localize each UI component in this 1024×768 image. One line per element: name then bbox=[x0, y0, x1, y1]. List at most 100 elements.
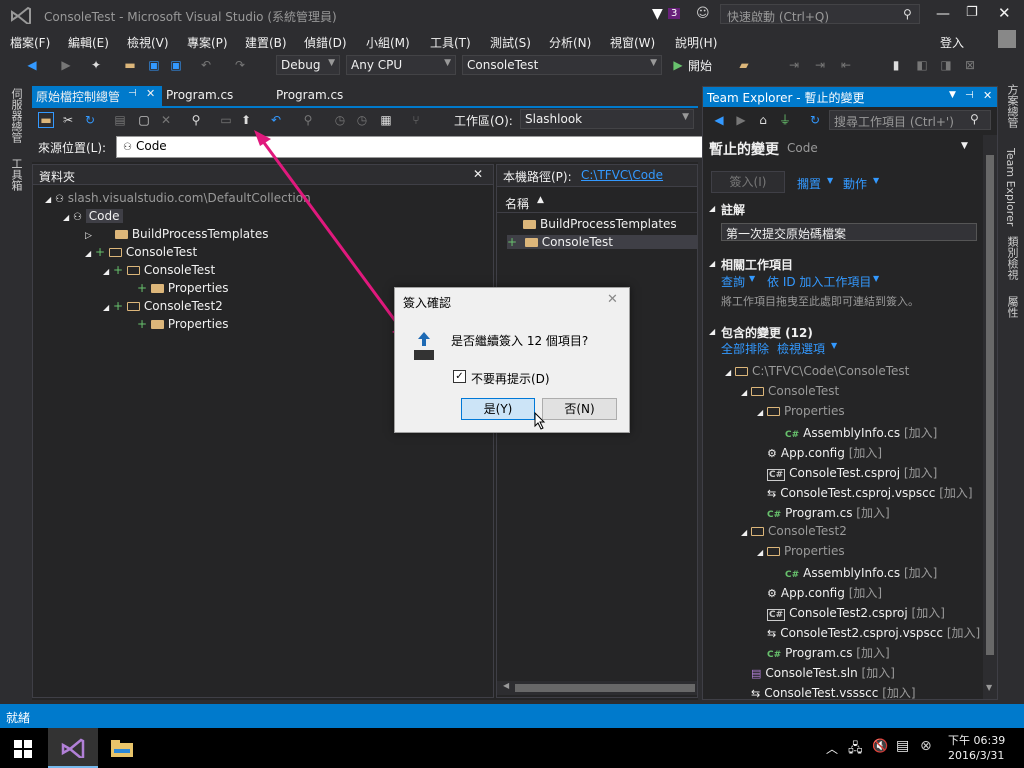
add-items-icon[interactable]: ▢ bbox=[136, 112, 152, 128]
tab-toolbox[interactable]: 工具箱 bbox=[8, 158, 24, 191]
show-hidden-icons[interactable]: ︿ bbox=[826, 740, 838, 757]
tab-source-control-explorer[interactable]: 原始檔控制總管 ⊣ ✕ bbox=[32, 86, 162, 106]
collapse-icon[interactable]: ◢ bbox=[709, 259, 715, 268]
get-latest-icon[interactable]: ⚲ bbox=[188, 112, 204, 128]
forward-icon[interactable]: ▶ bbox=[58, 57, 74, 73]
tree-node[interactable]: C# AssemblyInfo.cs [加入] bbox=[785, 424, 937, 441]
tree-node[interactable]: ◢ + ConsoleTest2 bbox=[103, 299, 223, 313]
horizontal-scrollbar[interactable]: ◀ bbox=[497, 681, 697, 695]
delete-icon[interactable]: ✕ bbox=[158, 112, 174, 128]
tree-node[interactable]: C# ConsoleTest2.csproj [加入] bbox=[767, 604, 945, 621]
menu-tools[interactable]: 工具(T) bbox=[430, 34, 471, 51]
disconnect-icon[interactable]: ✂ bbox=[60, 112, 76, 128]
undo-changes-icon[interactable]: ↶ bbox=[268, 112, 284, 128]
tree-node[interactable]: ▤ ConsoleTest.sln [加入] bbox=[751, 664, 895, 681]
tree-node[interactable]: C# Program.cs [加入] bbox=[767, 644, 890, 661]
attach-icon[interactable]: ▰ bbox=[736, 57, 752, 73]
forward-icon[interactable]: ▶ bbox=[733, 112, 749, 128]
dropdown-icon[interactable]: ▼ bbox=[949, 90, 956, 100]
clock-date[interactable]: 2016/3/31 bbox=[948, 749, 1004, 762]
volume-muted-icon[interactable]: 🔇 bbox=[872, 739, 888, 754]
list-item[interactable]: + ConsoleTest bbox=[507, 235, 697, 249]
avatar[interactable] bbox=[998, 30, 1016, 48]
chevron-down-icon[interactable]: ▼ bbox=[873, 176, 879, 185]
menu-edit[interactable]: 編輯(E) bbox=[68, 34, 109, 51]
new-folder-icon[interactable]: ▤ bbox=[112, 112, 128, 128]
refresh-icon[interactable]: ↻ bbox=[807, 112, 823, 128]
next-bookmark-icon[interactable]: ◨ bbox=[938, 57, 954, 73]
start-button[interactable]: 開始 bbox=[688, 57, 712, 74]
tree-node[interactable]: C# Program.cs [加入] bbox=[767, 504, 890, 521]
scroll-down-icon[interactable]: ▼ bbox=[986, 683, 992, 692]
pin-icon[interactable]: ⊣ bbox=[128, 88, 137, 99]
branch-icon[interactable]: ⑂ bbox=[408, 112, 424, 128]
tree-node[interactable]: ◢ Properties bbox=[757, 404, 845, 418]
tree-node[interactable]: ◢ Properties bbox=[757, 544, 845, 558]
tree-node[interactable]: C# ConsoleTest.csproj [加入] bbox=[767, 464, 937, 481]
workspace-select[interactable]: Slashlook ▼ bbox=[520, 109, 694, 129]
tree-node[interactable]: ▷ BuildProcessTemplates bbox=[85, 227, 268, 241]
name-column-header[interactable]: 名稱 ▲ bbox=[497, 191, 697, 213]
collapse-icon[interactable]: ◢ bbox=[709, 327, 715, 336]
configuration-select[interactable]: Debug ▼ bbox=[276, 55, 340, 75]
check-in-button[interactable]: 簽入(I) bbox=[711, 171, 785, 193]
tree-node[interactable]: + Properties bbox=[137, 317, 229, 331]
chevron-down-icon[interactable]: ▼ bbox=[749, 274, 755, 283]
scroll-left-icon[interactable]: ◀ bbox=[503, 681, 509, 690]
refresh-icon[interactable]: ↻ bbox=[82, 112, 98, 128]
tree-node[interactable]: ◢ ConsoleTest bbox=[741, 384, 839, 398]
quick-launch-box[interactable]: 快速啟動 (Ctrl+Q) ⚲ bbox=[720, 4, 920, 24]
taskbar-visual-studio[interactable] bbox=[48, 728, 98, 768]
tree-node[interactable]: ◢ + ConsoleTest bbox=[103, 263, 215, 277]
shelveset-icon[interactable]: ▦ bbox=[378, 112, 394, 128]
platform-select[interactable]: Any CPU ▼ bbox=[346, 55, 456, 75]
tree-node[interactable]: C# AssemblyInfo.cs [加入] bbox=[785, 564, 937, 581]
tree-node[interactable]: ◢ ConsoleTest2 bbox=[741, 524, 847, 538]
startup-project-select[interactable]: ConsoleTest ▼ bbox=[462, 55, 662, 75]
chevron-down-icon[interactable]: ▼ bbox=[873, 274, 879, 283]
tree-node[interactable]: ⇆ ConsoleTest2.csproj.vspscc [加入] bbox=[767, 624, 980, 641]
back-icon[interactable]: ◀ bbox=[24, 57, 40, 73]
vertical-scrollbar[interactable]: ▼ bbox=[983, 135, 997, 699]
new-project-icon[interactable]: ✦ bbox=[88, 57, 104, 73]
collapse-icon[interactable]: ◢ bbox=[709, 204, 715, 213]
tree-node[interactable]: + Properties bbox=[137, 281, 229, 295]
notification-close-icon[interactable]: ⊗ bbox=[920, 738, 932, 754]
chevron-down-icon[interactable]: ▼ bbox=[827, 176, 833, 185]
bookmark-icon[interactable]: ▮ bbox=[888, 57, 904, 73]
open-folder-icon[interactable]: ▬ bbox=[122, 57, 138, 73]
clock-time[interactable]: 下午 06:39 bbox=[948, 732, 1005, 748]
query-link[interactable]: 查詢 bbox=[721, 273, 745, 290]
view-options-link[interactable]: 檢視選項 bbox=[777, 340, 825, 357]
yes-button[interactable]: 是(Y) bbox=[461, 398, 535, 420]
save-all-icon[interactable]: ▣ bbox=[168, 57, 184, 73]
annotate-icon[interactable]: ◷ bbox=[354, 112, 370, 128]
checkout-icon[interactable]: ▭ bbox=[218, 112, 234, 128]
compare-icon[interactable]: ⚲ bbox=[300, 112, 316, 128]
network-icon[interactable]: 🖧 bbox=[848, 739, 863, 761]
search-icon[interactable]: ⚲ bbox=[970, 112, 979, 126]
close-icon[interactable]: ✕ bbox=[983, 89, 992, 102]
scroll-thumb[interactable] bbox=[515, 684, 695, 692]
close-icon[interactable]: ✕ bbox=[607, 292, 618, 307]
tab-server-explorer[interactable]: 伺服器總管 bbox=[8, 88, 24, 143]
menu-debug[interactable]: 偵錯(D) bbox=[304, 34, 347, 51]
undo-icon[interactable]: ↶ bbox=[198, 57, 214, 73]
connect-icon[interactable]: ⏚ bbox=[777, 112, 793, 128]
scroll-thumb[interactable] bbox=[986, 155, 994, 655]
tree-node[interactable]: ◢ + ConsoleTest bbox=[85, 245, 197, 259]
work-item-search-box[interactable]: 搜尋工作項目 (Ctrl+') ⚲ bbox=[829, 110, 991, 130]
filter-icon[interactable]: ▼ bbox=[652, 6, 663, 22]
tree-node[interactable]: ◢ ⚇ slash.visualstudio.com\DefaultCollec… bbox=[45, 191, 311, 205]
sign-in-link[interactable]: 登入 bbox=[940, 34, 964, 51]
action-center-icon[interactable]: ▤ bbox=[896, 738, 909, 754]
tab-class-view[interactable]: 類別檢視 bbox=[1004, 236, 1020, 280]
file-explorer-icon[interactable] bbox=[110, 738, 134, 758]
redo-icon[interactable]: ↷ bbox=[232, 57, 248, 73]
page-dropdown-icon[interactable]: ▼ bbox=[961, 141, 968, 151]
menu-analyze[interactable]: 分析(N) bbox=[549, 34, 591, 51]
source-location-input[interactable]: ⚇ Code bbox=[116, 136, 706, 158]
windows-start-icon[interactable] bbox=[14, 740, 32, 758]
list-item[interactable]: BuildProcessTemplates bbox=[523, 217, 677, 231]
clear-bookmarks-icon[interactable]: ⊠ bbox=[962, 57, 978, 73]
